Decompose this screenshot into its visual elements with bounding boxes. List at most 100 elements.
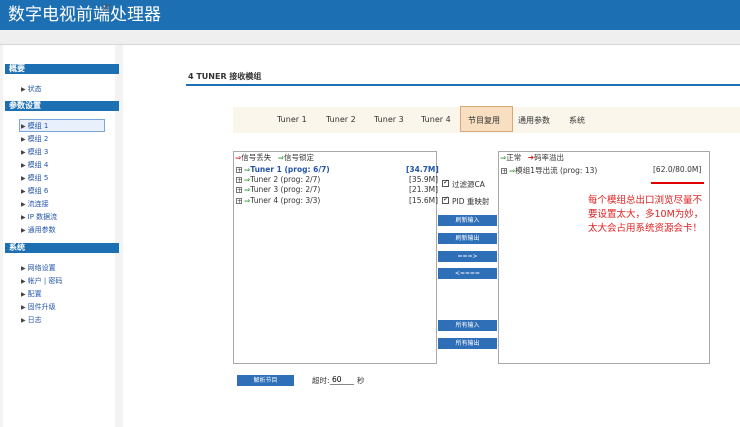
sidebar-item-network[interactable]: ▶ 网络设置 [21,264,56,273]
overflow-underline [651,182,704,184]
expand-icon[interactable]: + [236,167,242,174]
timeout-unit: 秒 [357,376,365,385]
tab-remux[interactable]: 节目复用 [468,115,500,126]
sidebar-item-label: IP 数据流 [27,213,58,221]
sidebar-item-module-3[interactable]: ▶ 模组 3 [21,148,48,157]
all-output-button[interactable]: 所有输出 [438,338,497,349]
sidebar-item-config[interactable]: ▶ 配置 [21,290,42,299]
sidebar-item-label: 状态 [27,85,42,93]
sidebar-item-label: 模组 3 [27,148,49,156]
tuner-row-1[interactable]: + ⇒Tuner 1 (prog: 6/7) [236,165,330,174]
heading-divider [186,84,740,86]
section-overview: 概要 [5,64,119,74]
sidebar-item-label: 配置 [27,290,42,298]
refresh-input-button[interactable]: 刷新输入 [438,215,497,226]
tuner-row-4[interactable]: + ⇒Tuner 4 (prog: 3/3) [236,196,320,205]
sidebar-item-stream-link[interactable]: ▶ 流连接 [21,200,49,209]
parse-programs-button[interactable]: 解析节目 [237,375,294,386]
timeout-input[interactable] [330,374,354,385]
sidebar-item-status[interactable]: ▶ 状态 [21,85,42,94]
tuner-row-2[interactable]: + ⇒Tuner 2 (prog: 2/7) [236,175,320,184]
tuner-row-3[interactable]: + ⇒Tuner 3 (prog: 2/7) [236,185,320,194]
welcome-bar [0,30,740,45]
arrow-right-icon: ▶ [21,86,26,93]
sidebar-item-log[interactable]: ▶ 日志 [21,316,42,325]
sidebar-item-label: 模组 1 [27,122,49,130]
welcome-text: 欢 [102,4,112,14]
arrow-right-icon: ▶ [21,214,26,221]
pid-remap-checkbox[interactable] [442,195,449,204]
tuner-label: Tuner 1 (prog: 6/7) [250,165,330,174]
legend-normal-label: 正常 [506,153,522,162]
expand-icon[interactable]: + [501,168,507,175]
pid-remap-label: PID 重映射 [452,197,490,206]
sidebar-item-label: 模组 5 [27,174,49,182]
sidebar-item-label: 固件升级 [27,303,56,311]
arrow-right-icon: ▶ [21,188,26,195]
app-title: 数字电视前端处理器 [8,5,161,25]
expand-icon[interactable]: + [236,198,242,205]
legend-overflow-label: 码率溢出 [533,153,564,162]
page-title: 4 TUNER 接收模组 [188,72,262,81]
tuner-label: Tuner 3 (prog: 2/7) [250,185,321,194]
sidebar-item-label: 模组 2 [27,135,49,143]
tuner-label: Tuner 4 (prog: 3/3) [250,196,321,205]
sidebar-item-firmware[interactable]: ▶ 固件升级 [21,303,56,312]
tab-tuner-4[interactable]: Tuner 4 [421,115,451,124]
arrow-right-icon: ▶ [21,123,26,130]
arrow-right-icon: ▶ [21,278,26,285]
output-stream-row[interactable]: + ⇒模组1导出流 (prog: 13) [501,165,597,176]
sidebar-item-general-params[interactable]: ▶ 通用参数 [21,226,56,235]
sidebar-item-module-6[interactable]: ▶ 模组 6 [21,187,48,196]
timeout-label: 超时: [312,376,330,385]
legend-row-input: ⇒信号丢失 ⇒信号锁定 [235,152,314,163]
output-stream-label: 模组1导出流 (prog: 13) [515,166,598,175]
sidebar-item-module-2[interactable]: ▶ 模组 2 [21,135,48,144]
arrow-right-icon: ▶ [21,291,26,298]
arrow-right-icon: ▶ [21,265,26,272]
move-right-button[interactable]: ===> [438,251,497,262]
section-system: 系统 [5,243,119,253]
tuner-rate-2: [35.9M] [409,175,439,184]
filter-ca-label: 过滤源CA [452,180,485,189]
arrow-right-icon: ▶ [21,317,26,324]
sidebar-item-module-4[interactable]: ▶ 模组 4 [21,161,48,170]
arrow-right-icon: ▶ [21,201,26,208]
all-input-button[interactable]: 所有输入 [438,320,497,331]
legend-lost-label: 信号丢失 [241,153,272,162]
sidebar-item-label: 日志 [27,316,42,324]
arrow-right-icon: ▶ [21,149,26,156]
arrow-right-icon: ▶ [21,304,26,311]
annotation-note: 每个模组总出口浏览尽量不要设置太大，多10M为妙，太大会占用系统资源会卡！ [588,195,704,234]
sidebar-item-module-5[interactable]: ▶ 模组 5 [21,174,48,183]
move-left-button[interactable]: <==== [438,268,497,279]
tab-system[interactable]: 系统 [569,115,585,126]
sidebar-item-ip-stream[interactable]: ▶ IP 数据流 [21,213,57,222]
sidebar-item-label: 模组 6 [27,187,49,195]
tab-general-params[interactable]: 通用参数 [518,115,550,126]
arrow-right-icon: ▶ [21,227,26,234]
sidebar-item-account[interactable]: ▶ 帐户 | 密码 [21,277,62,286]
tab-tuner-1[interactable]: Tuner 1 [277,115,307,124]
tuner-rate-1: [34.7M] [406,165,439,174]
arrow-right-icon: ▶ [21,162,26,169]
refresh-output-button[interactable]: 刷新输出 [438,233,497,244]
sidebar-item-module-1[interactable]: ▶ 模组 1 [21,122,48,131]
tab-tuner-3[interactable]: Tuner 3 [374,115,404,124]
arrow-right-icon: ▶ [21,175,26,182]
arrow-right-icon: ▶ [21,136,26,143]
legend-locked-label: 信号锁定 [283,153,314,162]
tab-tuner-2[interactable]: Tuner 2 [326,115,356,124]
sidebar-item-label: 流连接 [27,200,49,208]
tuner-label: Tuner 2 (prog: 2/7) [250,175,321,184]
filter-ca-checkbox[interactable] [442,178,449,187]
expand-icon[interactable]: + [236,187,242,194]
sidebar-item-label: 帐户 | 密码 [27,277,63,285]
section-settings: 参数设置 [5,101,119,111]
sidebar-item-label: 网络设置 [27,264,56,272]
tuner-rate-3: [21.3M] [409,185,439,194]
sidebar-item-label: 模组 4 [27,161,49,169]
sidebar-item-label: 通用参数 [27,226,56,234]
tuner-rate-4: [15.6M] [409,196,439,205]
expand-icon[interactable]: + [236,177,242,184]
